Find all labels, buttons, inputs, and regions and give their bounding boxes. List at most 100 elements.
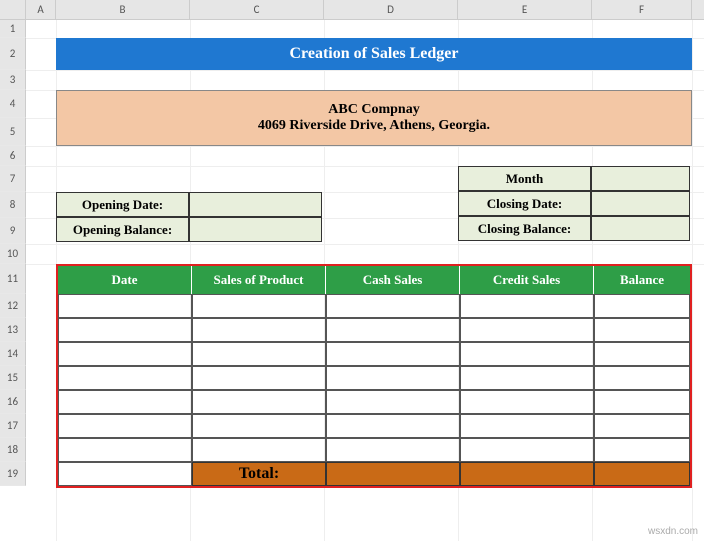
row-header-11[interactable]: 11 bbox=[0, 264, 26, 294]
row-header-12[interactable]: 12 bbox=[0, 294, 26, 318]
cell[interactable] bbox=[326, 366, 460, 390]
select-all-corner[interactable] bbox=[0, 0, 26, 19]
page-title: Creation of Sales Ledger bbox=[56, 38, 692, 70]
cell[interactable] bbox=[460, 366, 594, 390]
month-value[interactable] bbox=[591, 166, 690, 191]
cell[interactable] bbox=[58, 318, 192, 342]
ledger-total-row: Total: bbox=[58, 462, 690, 486]
row-headers: 1 2 3 4 5 6 7 8 9 10 11 12 13 14 15 16 1… bbox=[0, 20, 26, 486]
row-header-9[interactable]: 9 bbox=[0, 218, 26, 244]
row-header-14[interactable]: 14 bbox=[0, 342, 26, 366]
row-header-1[interactable]: 1 bbox=[0, 20, 26, 38]
month-box: Month Closing Date: Closing Balance: bbox=[458, 166, 692, 241]
cell[interactable] bbox=[460, 294, 594, 318]
table-row[interactable] bbox=[58, 390, 690, 414]
ledger-header-balance: Balance bbox=[594, 266, 690, 294]
col-header-E[interactable]: E bbox=[458, 0, 592, 19]
company-name: ABC Compnay bbox=[328, 102, 419, 118]
row-header-13[interactable]: 13 bbox=[0, 318, 26, 342]
cell[interactable] bbox=[192, 294, 326, 318]
opening-balance-label: Opening Balance: bbox=[56, 217, 189, 242]
cell[interactable] bbox=[594, 318, 690, 342]
cell[interactable] bbox=[326, 414, 460, 438]
company-box: ABC Compnay 4069 Riverside Drive, Athens… bbox=[56, 90, 692, 146]
row-header-16[interactable]: 16 bbox=[0, 390, 26, 414]
row-header-15[interactable]: 15 bbox=[0, 366, 26, 390]
cell[interactable] bbox=[192, 390, 326, 414]
table-row[interactable] bbox=[58, 318, 690, 342]
cell[interactable] bbox=[192, 438, 326, 462]
col-header-B[interactable]: B bbox=[56, 0, 190, 19]
row-header-2[interactable]: 2 bbox=[0, 38, 26, 70]
total-empty bbox=[58, 462, 192, 486]
cell[interactable] bbox=[326, 318, 460, 342]
ledger-header-date: Date bbox=[58, 266, 192, 294]
cell[interactable] bbox=[58, 294, 192, 318]
table-row[interactable] bbox=[58, 342, 690, 366]
row-header-8[interactable]: 8 bbox=[0, 192, 26, 218]
cell[interactable] bbox=[460, 390, 594, 414]
cell[interactable] bbox=[58, 390, 192, 414]
ledger-table: Date Sales of Product Cash Sales Credit … bbox=[56, 264, 692, 488]
cell[interactable] bbox=[460, 342, 594, 366]
total-balance bbox=[594, 462, 690, 486]
cell[interactable] bbox=[460, 438, 594, 462]
ledger-header-sop: Sales of Product bbox=[192, 266, 326, 294]
col-header-F[interactable]: F bbox=[592, 0, 692, 19]
cell[interactable] bbox=[594, 366, 690, 390]
cell[interactable] bbox=[192, 318, 326, 342]
ledger-header-cash: Cash Sales bbox=[326, 266, 460, 294]
row-header-7[interactable]: 7 bbox=[0, 166, 26, 192]
row-header-5[interactable]: 5 bbox=[0, 118, 26, 146]
cell[interactable] bbox=[192, 342, 326, 366]
month-header: Month bbox=[458, 166, 591, 191]
closing-date-value[interactable] bbox=[591, 191, 690, 216]
opening-balance-value[interactable] bbox=[189, 217, 322, 242]
cell[interactable] bbox=[58, 414, 192, 438]
column-headers: A B C D E F bbox=[0, 0, 704, 20]
table-row[interactable] bbox=[58, 414, 690, 438]
cell[interactable] bbox=[594, 390, 690, 414]
cell[interactable] bbox=[192, 414, 326, 438]
closing-balance-value[interactable] bbox=[591, 216, 690, 241]
watermark: wsxdn.com bbox=[648, 526, 698, 537]
col-header-A[interactable]: A bbox=[26, 0, 56, 19]
cell[interactable] bbox=[460, 414, 594, 438]
row-header-19[interactable]: 19 bbox=[0, 462, 26, 486]
cell[interactable] bbox=[326, 342, 460, 366]
cell[interactable] bbox=[326, 294, 460, 318]
cell[interactable] bbox=[192, 366, 326, 390]
cell[interactable] bbox=[58, 342, 192, 366]
total-credit bbox=[460, 462, 594, 486]
cell[interactable] bbox=[594, 438, 690, 462]
cell[interactable] bbox=[594, 294, 690, 318]
row-header-18[interactable]: 18 bbox=[0, 438, 26, 462]
table-row[interactable] bbox=[58, 438, 690, 462]
total-label: Total: bbox=[192, 462, 326, 486]
opening-box: Opening Date: Opening Balance: bbox=[56, 192, 322, 242]
row-header-6[interactable]: 6 bbox=[0, 146, 26, 166]
col-header-C[interactable]: C bbox=[190, 0, 324, 19]
cell[interactable] bbox=[326, 390, 460, 414]
table-row[interactable] bbox=[58, 366, 690, 390]
cell[interactable] bbox=[58, 438, 192, 462]
closing-balance-label: Closing Balance: bbox=[458, 216, 591, 241]
cell[interactable] bbox=[594, 342, 690, 366]
total-cash bbox=[326, 462, 460, 486]
cell[interactable] bbox=[460, 318, 594, 342]
opening-date-value[interactable] bbox=[189, 192, 322, 217]
ledger-header-credit: Credit Sales bbox=[460, 266, 594, 294]
cell[interactable] bbox=[58, 366, 192, 390]
row-header-3[interactable]: 3 bbox=[0, 70, 26, 90]
cell[interactable] bbox=[594, 414, 690, 438]
row-header-10[interactable]: 10 bbox=[0, 244, 26, 264]
opening-date-label: Opening Date: bbox=[56, 192, 189, 217]
company-address: 4069 Riverside Drive, Athens, Georgia. bbox=[258, 118, 490, 134]
cell[interactable] bbox=[326, 438, 460, 462]
col-header-D[interactable]: D bbox=[324, 0, 458, 19]
row-header-17[interactable]: 17 bbox=[0, 414, 26, 438]
closing-date-label: Closing Date: bbox=[458, 191, 591, 216]
row-header-4[interactable]: 4 bbox=[0, 90, 26, 118]
table-row[interactable] bbox=[58, 294, 690, 318]
ledger-header-row: Date Sales of Product Cash Sales Credit … bbox=[58, 266, 690, 294]
